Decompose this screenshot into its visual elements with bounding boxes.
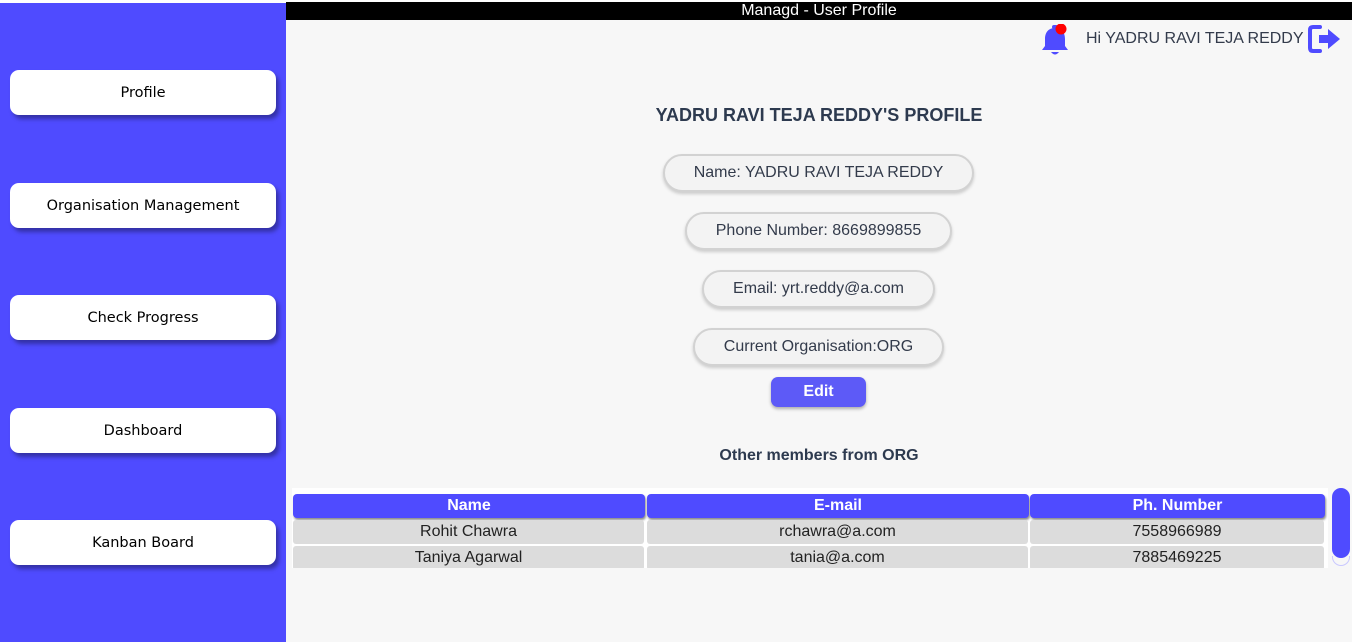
app-title: Managd - User Profile: [286, 2, 1352, 20]
profile-organisation-field: Current Organisation:ORG: [693, 328, 944, 366]
page-edge: [1352, 0, 1366, 642]
table-cell-phone: 7558966989: [1030, 520, 1324, 544]
sidebar-item-profile[interactable]: Profile: [10, 70, 276, 115]
table-cell-phone: 7885469225: [1030, 546, 1324, 568]
table-scrollbar[interactable]: [1330, 486, 1352, 568]
sidebar-item-dashboard[interactable]: Dashboard: [10, 408, 276, 453]
profile-title: YADRU RAVI TEJA REDDY'S PROFILE: [655, 105, 983, 125]
sidebar-item-check-progress[interactable]: Check Progress: [10, 295, 276, 340]
bell-icon[interactable]: [1038, 24, 1072, 58]
logout-icon[interactable]: [1308, 24, 1342, 54]
profile-email-field: Email: yrt.reddy@a.com: [702, 270, 935, 308]
table-cell-name: Rohit Chawra: [293, 520, 644, 544]
sidebar-item-organisation-management[interactable]: Organisation Management: [10, 183, 276, 228]
members-title: Other members from ORG: [719, 447, 919, 464]
scrollbar-thumb[interactable]: [1332, 488, 1350, 558]
members-table: Name E-mail Ph. Number Rohit Chawra rcha…: [292, 488, 1328, 568]
table-cell-email: rchawra@a.com: [647, 520, 1028, 544]
user-greeting: Hi YADRU RAVI TEJA REDDY: [1086, 30, 1304, 47]
profile-name-field: Name: YADRU RAVI TEJA REDDY: [663, 154, 974, 192]
profile-phone-field: Phone Number: 8669899855: [685, 212, 952, 250]
column-header-email: E-mail: [647, 494, 1029, 518]
column-header-name: Name: [293, 494, 645, 518]
scrollbar-end: [1332, 556, 1350, 566]
main-content: Hi YADRU RAVI TEJA REDDY YADRU RAVI TEJA…: [286, 20, 1352, 642]
notification-dot: [1055, 24, 1067, 35]
table-cell-name: Taniya Agarwal: [293, 546, 644, 568]
table-cell-email: tania@a.com: [647, 546, 1028, 568]
sidebar: Profile Organisation Management Check Pr…: [0, 3, 286, 642]
column-header-phone: Ph. Number: [1030, 494, 1325, 518]
edit-button[interactable]: Edit: [771, 377, 866, 407]
sidebar-item-kanban-board[interactable]: Kanban Board: [10, 520, 276, 565]
